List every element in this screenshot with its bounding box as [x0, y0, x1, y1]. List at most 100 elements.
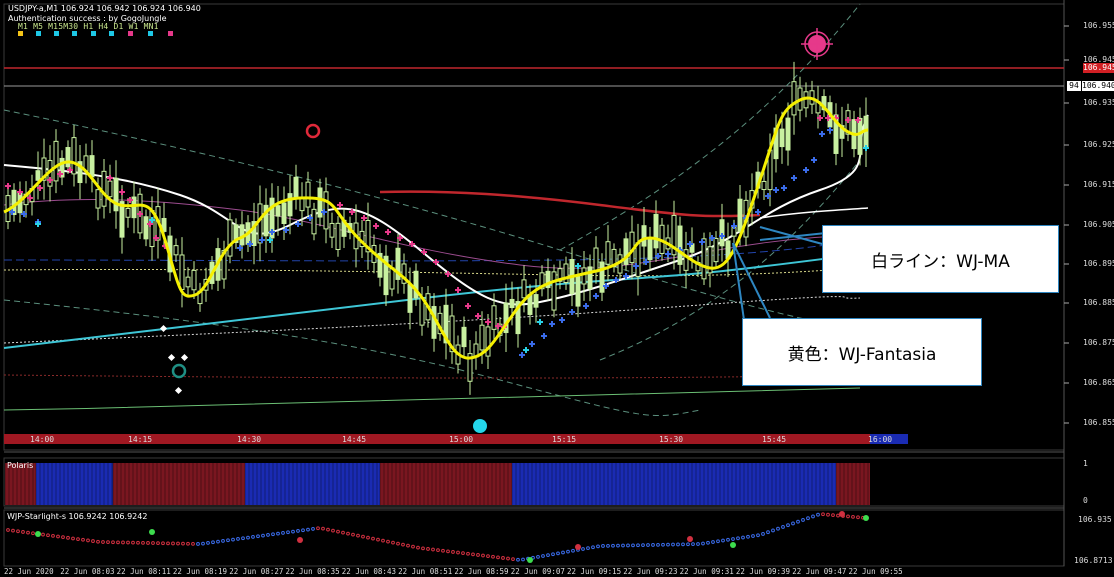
starlight-signal — [863, 515, 869, 521]
starlight-dot — [156, 541, 160, 546]
starlight-dot — [656, 542, 660, 547]
tf-h4[interactable]: H4 — [98, 22, 108, 31]
bottom-time-label: 22 Jun 08:59 — [454, 567, 509, 576]
candle-body — [299, 197, 305, 212]
starlight-dot — [616, 543, 620, 548]
tf-m15[interactable]: M15 — [48, 22, 63, 31]
tf-m5[interactable]: M5 — [33, 22, 43, 31]
bottom-time-label: 22 Jun 08:51 — [398, 567, 453, 576]
starlight-dot — [846, 514, 850, 519]
candle-body — [35, 170, 41, 181]
starlight-dot — [806, 516, 810, 521]
starlight-dot — [216, 539, 220, 544]
candle-body — [683, 249, 689, 271]
starlight-dot — [646, 543, 650, 547]
starlight-dot — [671, 542, 675, 547]
starlight-dot — [731, 537, 735, 541]
starlight-dot — [611, 543, 615, 548]
timeframe-dot — [128, 31, 133, 36]
candle-body — [185, 276, 191, 288]
upper-time-label: 14:00 — [30, 435, 55, 444]
candle-body — [335, 222, 341, 251]
timeframe-dot — [18, 31, 23, 36]
tf-m30[interactable]: M30 — [63, 22, 78, 31]
candle-body — [287, 193, 293, 217]
starlight-dot — [406, 543, 410, 548]
candle-body — [635, 242, 641, 277]
polaris-segment — [512, 463, 836, 505]
starlight-dot — [46, 533, 50, 538]
starlight-dot — [466, 551, 470, 556]
candle-body — [521, 279, 527, 299]
starlight-signal — [575, 544, 581, 550]
starlight-dot — [116, 540, 120, 545]
timeframe-dot — [109, 31, 114, 36]
tf-m1[interactable]: M1 — [18, 22, 28, 31]
timeframe-dot — [168, 31, 173, 36]
starlight-dot — [596, 544, 600, 549]
starlight-dot — [721, 538, 725, 543]
starlight-dot — [571, 548, 575, 553]
candle-body — [599, 261, 605, 293]
starlight-dot — [346, 531, 350, 536]
starlight-dot — [131, 540, 135, 545]
starlight-dot — [326, 527, 330, 532]
tf-d1[interactable]: D1 — [113, 22, 123, 31]
price-label: 106.935 — [1083, 98, 1114, 107]
starlight-dot — [251, 535, 255, 539]
bottom-time-label: 22 Jun 08:35 — [285, 567, 340, 576]
starlight-dot — [421, 546, 425, 551]
price-label: 106.875 — [1083, 338, 1114, 347]
starlight-dot — [166, 541, 170, 546]
starlight-dot — [96, 539, 100, 544]
candle-body — [293, 176, 299, 198]
polaris-title: Polaris — [7, 461, 34, 470]
starlight-dot — [201, 541, 205, 546]
candle-body — [101, 170, 107, 207]
starlight-dot — [211, 540, 215, 545]
candle-body — [719, 219, 725, 247]
starlight-dot — [786, 523, 790, 528]
candle-body — [509, 298, 515, 309]
starlight-dot — [511, 557, 515, 562]
starlight-dot — [476, 553, 480, 557]
starlight-dot — [361, 534, 365, 539]
starlight-dot — [666, 542, 670, 547]
starlight-dot — [391, 540, 395, 545]
starlight-dot — [771, 528, 775, 533]
starlight-dot — [311, 527, 315, 531]
candle-body — [461, 326, 467, 348]
candle-body — [143, 216, 149, 240]
bottom-time-label: 22 Jun 09:15 — [567, 567, 622, 576]
tf-mn1[interactable]: MN1 — [144, 22, 159, 31]
starlight-dot — [31, 531, 35, 536]
candle-body — [71, 137, 77, 175]
starlight-dot — [541, 554, 545, 558]
starlight-dot — [76, 537, 80, 542]
candle-body — [281, 202, 287, 224]
tf-h1[interactable]: H1 — [83, 22, 93, 31]
starlight-dot — [66, 535, 70, 540]
starlight-dot — [41, 532, 45, 537]
timeframe-dot — [36, 31, 41, 36]
starlight-dot — [191, 541, 195, 546]
starlight-dot — [506, 556, 510, 561]
starlight-dot — [441, 548, 445, 553]
starlight-dot — [86, 538, 90, 543]
candle-body — [149, 210, 155, 248]
starlight-dot — [141, 540, 145, 545]
polaris-bars — [4, 463, 870, 505]
upper-time-label: 15:30 — [659, 435, 684, 444]
starlight-dot — [286, 530, 290, 535]
starlight-dot — [701, 541, 705, 546]
starlight-dot — [856, 515, 860, 520]
starlight-dot — [121, 540, 125, 545]
tf-w1[interactable]: W1 — [129, 22, 139, 31]
starlight-dot — [716, 539, 720, 544]
starlight-dot — [136, 540, 140, 545]
starlight-signal — [839, 511, 845, 517]
timeframe-labels: M1 M5 M15M30 H1 H4 D1 W1 MN1 — [18, 22, 159, 31]
starlight-dot — [556, 551, 560, 556]
starlight-dot — [791, 521, 795, 526]
annotation-white-line: 白ライン：WJ-MA — [822, 225, 1059, 293]
